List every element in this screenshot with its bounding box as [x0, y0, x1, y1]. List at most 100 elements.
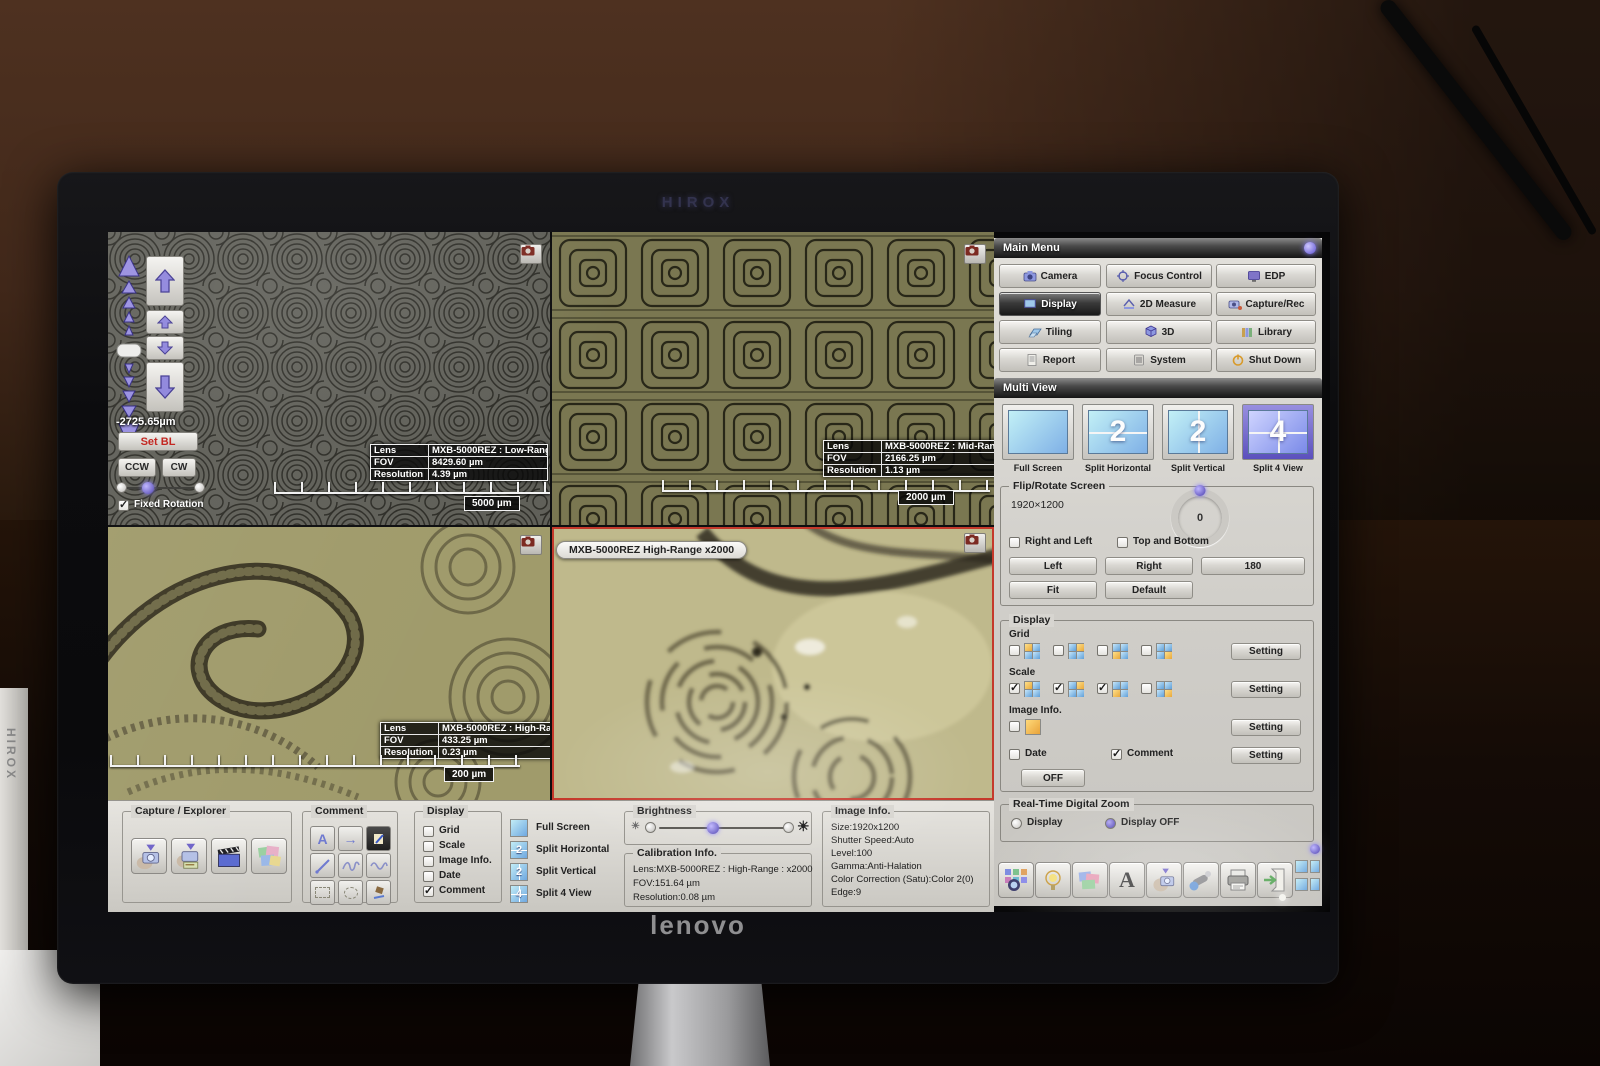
set-bl-button[interactable]: Set BL [118, 432, 198, 451]
record-movie-button[interactable] [211, 838, 247, 874]
stage-down-button[interactable] [146, 336, 184, 360]
mini-view-2-button[interactable] [1295, 878, 1308, 891]
rotation-dial-knob[interactable] [1195, 485, 1206, 496]
grid-setting-button[interactable]: Setting [1231, 643, 1301, 660]
zoom-display-radio[interactable] [1011, 818, 1022, 829]
text-annotation-button[interactable]: A [1109, 862, 1145, 898]
fit-button[interactable]: Fit [1009, 581, 1097, 599]
grid-q4-checkbox[interactable] [1141, 645, 1152, 656]
annotation-setting-button[interactable]: Setting [1231, 747, 1301, 764]
split-vertical-view-button[interactable]: 2 [510, 863, 528, 881]
comment-stamp-tool[interactable] [366, 880, 391, 905]
rotate-left-button[interactable]: Left [1009, 557, 1097, 575]
comment-text-tool[interactable]: A [310, 826, 335, 851]
menu-shut-down-button[interactable]: Shut Down [1216, 348, 1316, 372]
comment-rect-tool[interactable] [310, 880, 335, 905]
right-and-left-checkbox[interactable] [1009, 537, 1020, 548]
help-orb-icon[interactable] [1304, 242, 1316, 254]
menu-report-button[interactable]: Report [999, 348, 1101, 372]
comment-ellipse-tool[interactable] [338, 880, 363, 905]
menu-display-button-active[interactable]: Display [999, 292, 1101, 316]
image-info-checkbox[interactable] [1009, 721, 1020, 732]
brightness-up-button[interactable] [783, 822, 794, 833]
menu-system-button[interactable]: System [1106, 348, 1212, 372]
split-4-view-button[interactable]: 4 [510, 885, 528, 903]
grid-q2-checkbox[interactable] [1053, 645, 1064, 656]
default-button[interactable]: Default [1105, 581, 1193, 599]
scale-q3-checkbox[interactable] [1097, 683, 1108, 694]
print-button[interactable] [1220, 862, 1256, 898]
rotation-slider-left-dot[interactable] [116, 482, 127, 493]
scale-q2-checkbox[interactable] [1053, 683, 1064, 694]
rotate-180-button[interactable]: 180 [1201, 557, 1305, 575]
fixed-rotation-checkbox[interactable] [118, 500, 129, 511]
grid-q3-checkbox[interactable] [1097, 645, 1108, 656]
full-screen-view-button[interactable] [510, 819, 528, 837]
multi-view-split-vertical[interactable]: 2 [1162, 404, 1234, 460]
stage-up-button[interactable] [146, 310, 184, 334]
lamp-button[interactable] [1035, 862, 1071, 898]
stage-up-fast-button[interactable] [146, 256, 184, 306]
scope-button[interactable] [1183, 862, 1219, 898]
menu-edp-button[interactable]: EDP [1216, 264, 1316, 288]
capture-image-button[interactable] [131, 838, 167, 874]
quadrant-high-range-2000[interactable]: MXB-5000REZ High-Range x2000 [552, 527, 994, 800]
scale-q1-checkbox[interactable] [1009, 683, 1020, 694]
comment-arrow-tool[interactable]: → [338, 826, 363, 851]
multi-view-split-horizontal[interactable]: 2 [1082, 404, 1154, 460]
menu-tiling-button[interactable]: Tiling [999, 320, 1101, 344]
date-checkbox[interactable] [423, 871, 434, 882]
comment-freehand-tool[interactable] [338, 853, 363, 878]
apps-launcher-button[interactable] [998, 862, 1034, 898]
stage-down-fast-button[interactable] [146, 362, 184, 412]
ccw-button[interactable]: CCW [118, 458, 156, 477]
capture-camera-button[interactable] [964, 244, 986, 264]
rotation-slider-track[interactable] [120, 487, 200, 489]
off-button[interactable]: OFF [1021, 769, 1085, 787]
menu-capture-rec-button[interactable]: Capture/Rec [1216, 292, 1316, 316]
menu-library-button[interactable]: Library [1216, 320, 1316, 344]
mini-view-1-button[interactable] [1295, 860, 1308, 873]
rotation-slider-knob[interactable] [142, 482, 154, 494]
comment-checkbox[interactable] [423, 886, 434, 897]
multi-view-split-4-active[interactable]: 4 [1242, 404, 1314, 460]
scale-q4-checkbox[interactable] [1141, 683, 1152, 694]
scale-setting-button[interactable]: Setting [1231, 681, 1301, 698]
zoom-display-off-radio[interactable] [1105, 818, 1116, 829]
gallery-button[interactable] [1072, 862, 1108, 898]
multi-view-full-screen[interactable] [1002, 404, 1074, 460]
capture-camera-button[interactable] [520, 244, 542, 264]
brightness-knob[interactable] [707, 822, 719, 834]
exit-button[interactable] [1257, 862, 1293, 898]
comment-note-tool[interactable] [366, 826, 391, 851]
brightness-track[interactable] [659, 827, 789, 829]
split-horizontal-view-button[interactable]: 2 [510, 841, 528, 859]
rotate-right-button[interactable]: Right [1105, 557, 1193, 575]
mini-view-3-button[interactable] [1310, 860, 1320, 873]
quadrant-mid-range[interactable]: LensMXB-5000REZ : Mid-Range : x140 FOV21… [552, 232, 994, 525]
rotation-slider-right-dot[interactable] [194, 482, 205, 493]
menu-focus-control-button[interactable]: Focus Control [1106, 264, 1212, 288]
comment-checkbox[interactable] [1111, 749, 1122, 760]
image-info-setting-button[interactable]: Setting [1231, 719, 1301, 736]
capture-save-button[interactable] [171, 838, 207, 874]
top-and-bottom-checkbox[interactable] [1117, 537, 1128, 548]
mini-view-4-button[interactable] [1310, 878, 1320, 891]
grid-checkbox[interactable] [423, 826, 434, 837]
image-info-checkbox[interactable] [423, 856, 434, 867]
quadrant-high-range-700[interactable]: LensMXB-5000REZ : High-Range : x700 FOV4… [108, 527, 550, 800]
grid-q1-checkbox[interactable] [1009, 645, 1020, 656]
menu-3d-button[interactable]: 3D [1106, 320, 1212, 344]
menu-camera-button[interactable]: Camera [999, 264, 1101, 288]
comment-wave-tool[interactable] [366, 853, 391, 878]
scale-checkbox[interactable] [423, 841, 434, 852]
menu-2d-measure-button[interactable]: 2D Measure [1106, 292, 1212, 316]
date-checkbox[interactable] [1009, 749, 1020, 760]
quick-capture-button[interactable] [1146, 862, 1182, 898]
explorer-button[interactable] [251, 838, 287, 874]
capture-camera-button[interactable] [520, 535, 542, 555]
comment-line-tool[interactable] [310, 853, 335, 878]
brightness-down-button[interactable] [645, 822, 656, 833]
comment-label[interactable]: MXB-5000REZ High-Range x2000 [556, 541, 747, 559]
capture-camera-button[interactable] [964, 533, 986, 553]
